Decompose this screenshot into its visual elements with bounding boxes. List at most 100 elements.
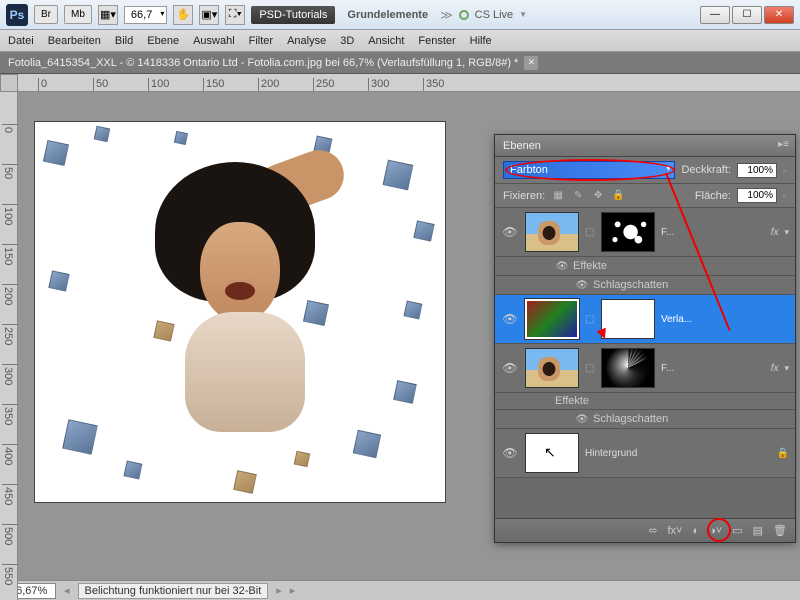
layer-mask-icon[interactable]: ◐ — [692, 525, 699, 537]
document-close-icon[interactable]: ✕ — [524, 56, 538, 70]
main-menubar: Datei Bearbeiten Bild Ebene Auswahl Filt… — [0, 30, 800, 52]
canvas-subject — [125, 152, 345, 432]
menu-filter[interactable]: Filter — [249, 35, 273, 47]
fill-input[interactable]: 100% — [737, 188, 777, 203]
fx-badge[interactable]: fx — [771, 363, 779, 374]
layers-panel-footer: ⬄ fx˅ ◐ ◑˅ ▭ ▤ 🗑 — [495, 518, 795, 542]
lock-pixels-icon[interactable]: ✎ — [571, 189, 585, 203]
layer-name[interactable]: Hintergrund — [585, 448, 771, 459]
lock-transparency-icon[interactable]: ▦ — [551, 189, 565, 203]
menu-bild[interactable]: Bild — [115, 35, 133, 47]
menu-auswahl[interactable]: Auswahl — [193, 35, 235, 47]
minibridge-button[interactable]: Mb — [64, 5, 92, 24]
link-layers-icon[interactable]: ⬄ — [648, 524, 657, 537]
layer-thumbnail[interactable]: ↖ — [525, 433, 579, 473]
menu-bearbeiten[interactable]: Bearbeiten — [48, 35, 101, 47]
cs-live-dropdown[interactable]: CS Live — [475, 9, 514, 21]
fill-slider-icon[interactable]: ▸ — [783, 191, 787, 200]
visibility-icon[interactable]: 👁 — [501, 359, 519, 377]
canvas[interactable] — [35, 122, 445, 502]
blend-mode-dropdown[interactable]: Farbton▾ — [503, 161, 675, 179]
arrange-documents-icon[interactable]: ▣▾ — [199, 5, 219, 25]
close-button[interactable]: ✕ — [764, 6, 794, 24]
lock-icon: 🔒 — [777, 448, 789, 459]
effects-row[interactable]: 👁Effekte — [495, 257, 795, 276]
screen-mode-icon[interactable]: ⛶▾ — [225, 5, 245, 25]
layer-thumbnail[interactable] — [525, 348, 579, 388]
bridge-button[interactable]: Br — [34, 5, 58, 24]
vertical-ruler: 050100150200250300350400450500550 — [0, 92, 18, 600]
mask-link-icon[interactable]: ⬚ — [585, 314, 595, 325]
drop-shadow-row[interactable]: 👁Schlagschatten — [495, 276, 795, 295]
maximize-button[interactable]: ☐ — [732, 6, 762, 24]
workspace-psd-tutorials[interactable]: PSD-Tutorials — [251, 6, 335, 24]
new-group-icon[interactable]: ▭ — [732, 524, 742, 537]
menu-datei[interactable]: Datei — [8, 35, 34, 47]
horizontal-ruler: 050100150200250300350 — [18, 74, 800, 92]
zoom-dropdown[interactable]: 66,7 — [124, 6, 167, 24]
mask-link-icon[interactable]: ⬚ — [585, 227, 595, 238]
menu-fenster[interactable]: Fenster — [418, 35, 455, 47]
mask-link-icon[interactable]: ⬚ — [585, 363, 595, 374]
statusbar-next-icon[interactable]: ▸ — [276, 584, 282, 597]
layers-list: 👁 ⬚ F... fx ▾ 👁Effekte 👁Schlagschatten 👁… — [495, 208, 795, 518]
layer-mask-thumbnail[interactable] — [601, 212, 655, 252]
delete-layer-icon[interactable]: 🗑 — [773, 524, 787, 537]
menu-ebene[interactable]: Ebene — [147, 35, 179, 47]
workarea: 050100150200250300350 050100150200250300… — [0, 74, 800, 600]
minimize-button[interactable]: — — [700, 6, 730, 24]
layer-name[interactable]: F... — [661, 363, 765, 374]
lock-position-icon[interactable]: ✥ — [591, 189, 605, 203]
effects-row[interactable]: Effekte — [495, 393, 795, 410]
layer-thumbnail[interactable] — [525, 212, 579, 252]
ruler-corner — [0, 74, 18, 92]
layer-row-2-selected[interactable]: 👁 ⬚ Verla... — [495, 295, 795, 344]
layer-mask-thumbnail[interactable] — [601, 299, 655, 339]
layers-panel: Ebenen ▸≡ Farbton▾ Deckkraft: 100% ▸ Fix… — [494, 134, 796, 543]
layer-name[interactable]: F... — [661, 227, 765, 238]
photoshop-icon: Ps — [6, 4, 28, 26]
opacity-input[interactable]: 100% — [737, 163, 777, 178]
window-controls: — ☐ ✕ — [700, 6, 794, 24]
layer-row-3[interactable]: 👁 ⬚ F... fx ▾ — [495, 344, 795, 393]
fx-badge[interactable]: fx — [771, 227, 779, 238]
new-layer-icon[interactable]: ▤ — [753, 524, 763, 537]
view-extras-icon[interactable]: ▦▾ — [98, 5, 118, 25]
workspace-more-icon[interactable]: ≫ — [440, 8, 453, 22]
layers-panel-tab[interactable]: Ebenen ▸≡ — [495, 135, 795, 157]
fx-expand-icon[interactable]: ▾ — [784, 363, 789, 374]
layers-tab-label: Ebenen — [503, 140, 541, 152]
workspace-grundelemente[interactable]: Grundelemente — [341, 6, 434, 24]
lock-label: Fixieren: — [503, 190, 545, 202]
menu-analyse[interactable]: Analyse — [287, 35, 326, 47]
opacity-label: Deckkraft: — [681, 164, 731, 176]
lock-fill-row: Fixieren: ▦ ✎ ✥ 🔒 Fläche: 100% ▸ — [495, 184, 795, 208]
menu-3d[interactable]: 3D — [340, 35, 354, 47]
blend-opacity-row: Farbton▾ Deckkraft: 100% ▸ — [495, 157, 795, 184]
fx-expand-icon[interactable]: ▾ — [784, 227, 789, 238]
cs-live-icon[interactable] — [459, 10, 469, 20]
menu-hilfe[interactable]: Hilfe — [470, 35, 492, 47]
hand-tool-icon[interactable]: ✋ — [173, 5, 193, 25]
visibility-icon[interactable]: 👁 — [501, 223, 519, 241]
visibility-icon[interactable]: 👁 — [501, 310, 519, 328]
menu-ansicht[interactable]: Ansicht — [368, 35, 404, 47]
drop-shadow-row[interactable]: 👁Schlagschatten — [495, 410, 795, 429]
layer-row-background[interactable]: 👁 ↖ Hintergrund 🔒 — [495, 429, 795, 478]
statusbar-menu-icon[interactable]: ▸ — [290, 584, 296, 597]
visibility-icon[interactable]: 👁 — [501, 444, 519, 462]
statusbar: 66,67% ◂ Belichtung funktioniert nur bei… — [0, 580, 800, 600]
layer-style-icon[interactable]: fx˅ — [668, 525, 683, 537]
layer-name[interactable]: Verla... — [661, 314, 789, 325]
gradient-fill-thumbnail[interactable] — [525, 299, 579, 339]
document-title: Fotolia_6415354_XXL - © 1418336 Ontario … — [8, 57, 518, 69]
statusbar-prev-icon[interactable]: ◂ — [64, 584, 70, 597]
lock-all-icon[interactable]: 🔒 — [611, 189, 625, 203]
statusbar-info[interactable]: Belichtung funktioniert nur bei 32-Bit — [78, 583, 269, 599]
panel-menu-icon[interactable]: ▸≡ — [778, 139, 789, 150]
layer-row-1[interactable]: 👁 ⬚ F... fx ▾ — [495, 208, 795, 257]
adjustment-layer-icon[interactable]: ◑˅ — [709, 525, 722, 537]
document-tab[interactable]: Fotolia_6415354_XXL - © 1418336 Ontario … — [0, 52, 800, 74]
opacity-slider-icon[interactable]: ▸ — [783, 166, 787, 175]
layer-mask-thumbnail[interactable] — [601, 348, 655, 388]
